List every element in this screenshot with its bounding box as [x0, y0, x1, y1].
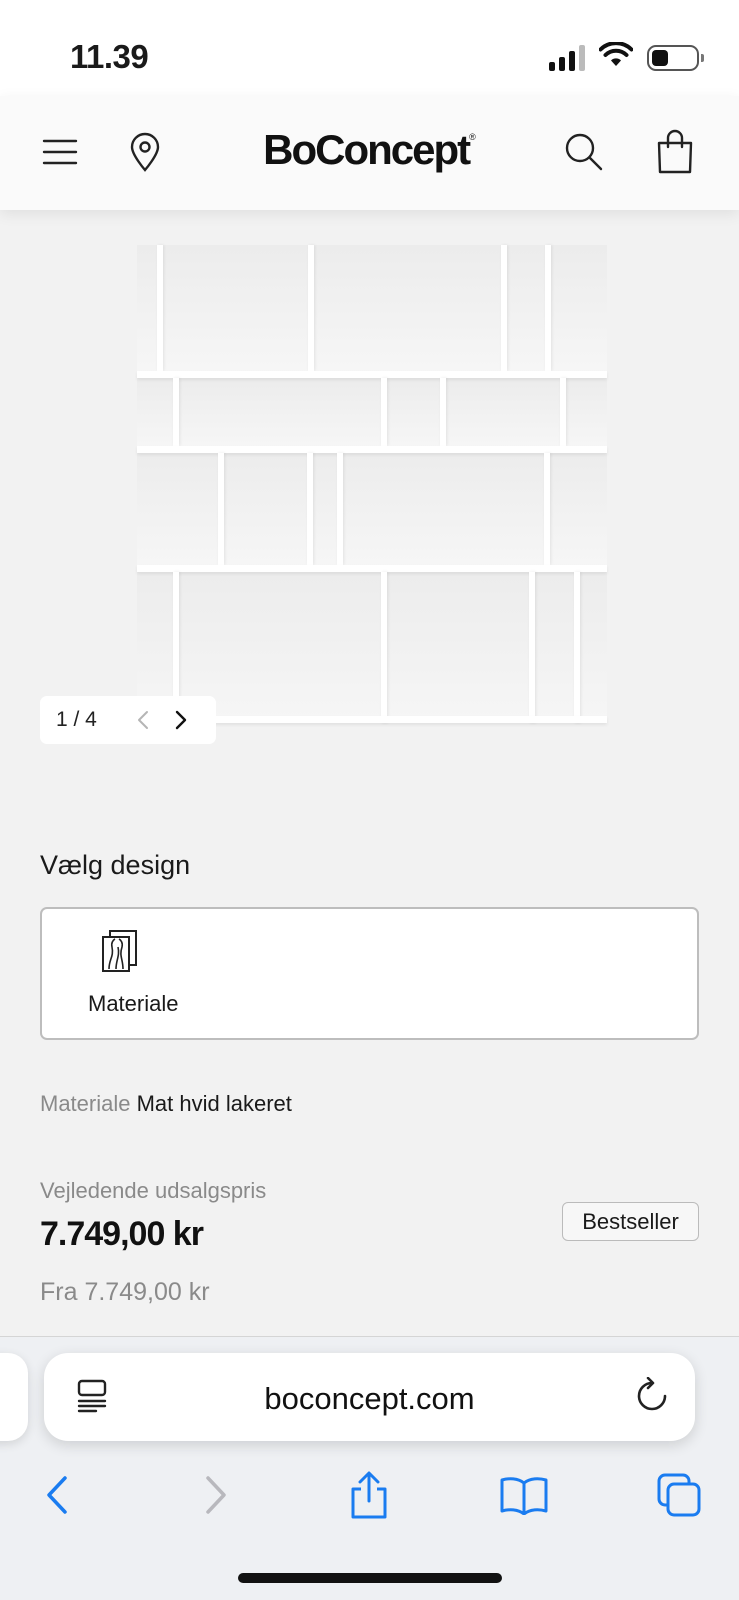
chevron-left-icon[interactable] [124, 702, 162, 738]
bestseller-badge: Bestseller [562, 1202, 699, 1241]
wifi-icon [598, 41, 634, 73]
design-option-material[interactable]: Materiale [88, 929, 198, 1024]
brand-logo[interactable]: BoConcept® [0, 126, 739, 174]
url-text: boconcept.com [264, 1381, 475, 1416]
forward-icon[interactable] [186, 1465, 246, 1525]
design-options-box: Materiale [40, 907, 699, 1040]
tabs-icon[interactable] [649, 1465, 709, 1525]
gallery-counter: 1 / 4 [56, 708, 97, 731]
bookmarks-icon[interactable] [494, 1465, 554, 1525]
address-bar[interactable]: boconcept.com [44, 1353, 695, 1441]
home-indicator [238, 1573, 502, 1583]
material-value: Mat hvid lakeret [136, 1091, 292, 1116]
share-icon[interactable] [339, 1465, 399, 1525]
product-image-bookshelf[interactable] [137, 245, 607, 723]
status-bar: 11.39 [0, 0, 739, 96]
design-option-label: Materiale [88, 991, 179, 1016]
browser-bottom-bar: boconcept.com [0, 1336, 739, 1600]
from-price: Fra 7.749,00 kr [40, 1278, 210, 1306]
back-icon[interactable] [27, 1465, 87, 1525]
browser-toolbar [0, 1465, 739, 1525]
reload-icon[interactable] [635, 1376, 669, 1418]
material-swatch-icon [100, 929, 140, 978]
status-icons [549, 41, 704, 73]
price-value: 7.749,00 kr [40, 1215, 204, 1253]
battery-icon [647, 44, 704, 71]
price-label: Vejledende udsalgspris [40, 1178, 267, 1203]
previous-tab-peek[interactable] [0, 1353, 28, 1441]
shopping-bag-icon[interactable] [649, 126, 701, 178]
material-key: Materiale [40, 1091, 131, 1116]
status-time: 11.39 [70, 38, 149, 75]
site-header: BoConcept® [0, 96, 739, 210]
gallery-pager: 1 / 4 [40, 696, 216, 744]
chevron-right-icon[interactable] [162, 702, 200, 738]
design-section-title: Vælg design [40, 850, 191, 880]
selected-material: Materiale Mat hvid lakeret [40, 1091, 292, 1117]
search-icon[interactable] [558, 126, 610, 178]
signal-icon [549, 44, 585, 71]
